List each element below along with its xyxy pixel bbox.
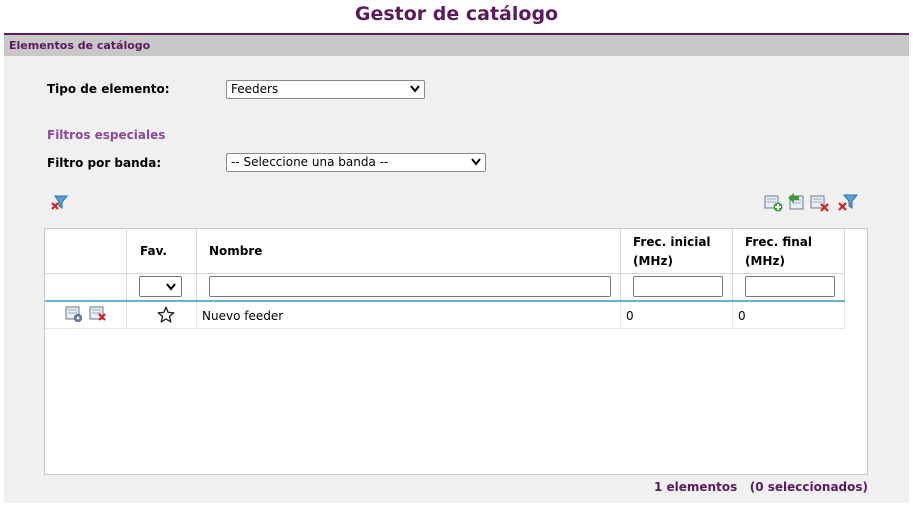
clear-filter-icon[interactable]: [50, 195, 68, 211]
chevron-down-icon: [410, 85, 420, 93]
catalog-grid: Fav. Nombre Frec. inicial (MHz) Frec. fi…: [44, 228, 868, 475]
banda-label: Filtro por banda:: [47, 156, 162, 170]
header-frec-inicial-label: Frec. inicial: [633, 235, 711, 249]
row-frec-final: 0: [738, 309, 746, 323]
panel-header-label: Elementos de catálogo: [9, 39, 151, 52]
tipo-select[interactable]: Feeders: [226, 80, 425, 99]
add-icon[interactable]: [764, 194, 784, 212]
delete-icon[interactable]: [810, 194, 830, 212]
header-frec-final[interactable]: Frec. final (MHz): [733, 229, 845, 273]
tipo-select-value: Feeders: [231, 82, 279, 96]
edit-icon[interactable]: [65, 306, 83, 322]
filter-frec-inicial-cell: [621, 273, 733, 300]
filter-fav-cell: [127, 273, 197, 300]
header-actions: [45, 229, 127, 273]
row-nombre: Nuevo feeder: [202, 309, 284, 323]
header-frec-inicial[interactable]: Frec. inicial (MHz): [621, 229, 733, 273]
table-row[interactable]: Nuevo feeder 0 0: [45, 302, 845, 329]
row-actions-cell: [45, 302, 127, 328]
star-icon[interactable]: [157, 306, 175, 323]
import-icon[interactable]: [786, 192, 806, 212]
element-count: 1 elementos: [653, 480, 738, 494]
header-frec-inicial-unit: (MHz): [633, 254, 673, 268]
row-fav-cell: [127, 302, 197, 328]
header-frec-final-unit: (MHz): [745, 254, 785, 268]
filter-frec-final-cell: [733, 273, 845, 300]
frec-inicial-filter-input[interactable]: [633, 276, 723, 297]
panel-header: Elementos de catálogo: [4, 33, 909, 56]
row-frec-inicial-cell: 0: [621, 302, 733, 328]
frec-final-filter-input[interactable]: [745, 276, 835, 297]
header-frec-final-label: Frec. final: [745, 235, 812, 249]
banda-select-value: -- Seleccione una banda --: [231, 155, 389, 169]
header-fav-label: Fav.: [140, 244, 167, 258]
fav-filter-select[interactable]: [139, 276, 182, 297]
selected-count: (0 seleccionados): [749, 480, 868, 494]
catalog-panel: Tipo de elemento: Feeders Filtros especi…: [4, 56, 909, 503]
grid-filter-row: [45, 273, 845, 302]
filter-nombre-cell: [197, 273, 621, 300]
delete-filter-icon[interactable]: [838, 194, 858, 212]
header-nombre-label: Nombre: [209, 244, 263, 258]
delete-row-icon[interactable]: [89, 306, 107, 322]
row-nombre-cell: Nuevo feeder: [197, 302, 621, 328]
chevron-down-icon: [166, 283, 176, 291]
grid-header-row: Fav. Nombre Frec. inicial (MHz) Frec. fi…: [45, 229, 845, 274]
header-nombre[interactable]: Nombre: [197, 229, 621, 273]
filter-actions-cell: [45, 273, 127, 300]
header-fav[interactable]: Fav.: [127, 229, 197, 273]
nombre-filter-input[interactable]: [209, 276, 611, 297]
banda-select[interactable]: -- Seleccione una banda --: [226, 153, 486, 172]
grid-footer-status: 1 elementos (0 seleccionados): [654, 480, 868, 494]
chevron-down-icon: [471, 158, 481, 166]
row-frec-inicial: 0: [626, 309, 634, 323]
tipo-label: Tipo de elemento:: [47, 82, 170, 96]
page-title: Gestor de catálogo: [354, 3, 559, 25]
special-filters-heading: Filtros especiales: [47, 128, 166, 142]
row-frec-final-cell: 0: [733, 302, 845, 328]
